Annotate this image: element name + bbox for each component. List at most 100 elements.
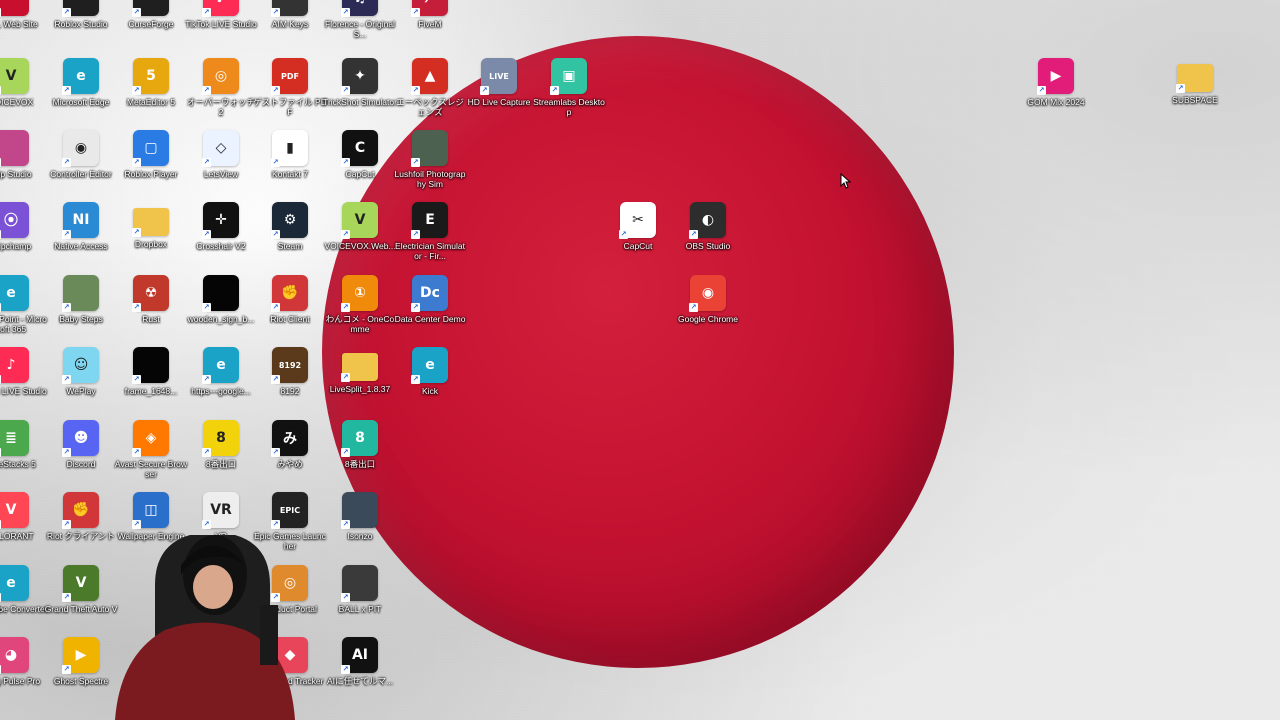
desktop-icon[interactable]: ◈ ↗ Avast Secure Browser bbox=[114, 420, 188, 492]
desktop-icon[interactable]: ▮ ↗ Kontakt 7 bbox=[255, 130, 325, 202]
desktop-icon[interactable]: ☢ ↗ Rust bbox=[116, 275, 186, 347]
desktop-icon[interactable]: ✊ ↗ Riot Client bbox=[255, 275, 325, 347]
desktop-icon[interactable]: e↗PowerPoint - Microsoft 365 bbox=[0, 275, 47, 347]
image-icon: ↗ bbox=[202, 275, 239, 312]
mouse-cursor bbox=[840, 173, 852, 189]
desktop-icon[interactable]: PDF ↗ ゲストファイル PDF bbox=[253, 58, 327, 130]
shortcut-arrow-icon: ↗ bbox=[341, 8, 350, 17]
desktop-icon[interactable]: ◇ ↗ LetsView bbox=[186, 130, 256, 202]
desktop-icon[interactable]: ↗ GAL Web Site bbox=[0, 0, 46, 52]
shortcut-arrow-icon: ↗ bbox=[689, 230, 698, 239]
desktop-icon[interactable]: V↗VOICEVOX bbox=[0, 58, 46, 130]
desktop-icon[interactable]: ◉ ↗ Google Chrome bbox=[673, 275, 743, 347]
desktop-icon[interactable]: ♫↗Florence - Original S... bbox=[325, 0, 395, 52]
shortcut-arrow-icon: ↗ bbox=[132, 86, 141, 95]
desktop-icon[interactable]: ⦿↗ Clipchamp bbox=[0, 202, 46, 274]
desktop-icon[interactable]: み ↗ みやめ bbox=[255, 420, 325, 492]
desktop-icon[interactable]: 8192 ↗ 8192 bbox=[255, 347, 325, 419]
desktop-icon[interactable]: ♪↗TikTok LIVE Studio bbox=[0, 347, 47, 419]
desktop-icon[interactable]: C ↗ CapCut bbox=[325, 130, 395, 202]
steam-icon: ⚙ ↗ bbox=[271, 202, 308, 239]
desktop-icon[interactable]: ◉ ↗ Controller Editor bbox=[46, 130, 116, 202]
edge-icon: e↗ bbox=[411, 347, 448, 384]
desktop-icon[interactable]: ↗ CurseForge bbox=[116, 0, 186, 52]
desktop-icon[interactable]: ⚙ ↗ Steam bbox=[255, 202, 325, 274]
desktop-icon[interactable]: ◎ ↗ オーバーウォッチ 2 bbox=[186, 58, 256, 130]
desktop-icon[interactable]: ↗ wooden_sign_b... bbox=[186, 275, 256, 347]
desktop-icon-label: CapCut bbox=[345, 169, 375, 179]
icon-glyph: ⦿ bbox=[4, 213, 18, 229]
desktop-icon[interactable]: ◐ ↗ OBS Studio bbox=[673, 202, 743, 274]
desktop-icon[interactable]: ▢ ↗ Roblox Player bbox=[116, 130, 186, 202]
desktop-icon[interactable]: ↗ BALL x PIT bbox=[325, 565, 395, 637]
controller-icon: ◉ ↗ bbox=[62, 130, 99, 167]
desktop-icon[interactable]: ↗ Lushfoil Photography Sim bbox=[395, 130, 465, 202]
desktop-icon[interactable]: E ↗ Electrician Simulator - Fir... bbox=[395, 202, 465, 274]
icon-glyph: ① bbox=[354, 285, 366, 301]
aim-icon: ↗ bbox=[271, 0, 308, 17]
shortcut-arrow-icon: ↗ bbox=[341, 448, 350, 457]
shortcut-arrow-icon: ↗ bbox=[132, 375, 141, 384]
desktop-icon[interactable]: ☺ ↗ WePlay bbox=[46, 347, 116, 419]
desktop-icon[interactable]: ≣↗BlueStacks 5 bbox=[0, 420, 46, 492]
desktop-icon[interactable]: ↗ Isonzo bbox=[325, 492, 395, 564]
desktop-icon[interactable]: ◕↗ Bling Pulse Pro bbox=[0, 637, 46, 709]
desktop-icon[interactable]: 8 ↗ 8番出口 bbox=[186, 420, 256, 492]
desktop-icon[interactable]: e ↗ Microsoft Edge bbox=[46, 58, 116, 130]
icon-glyph: ⟋ bbox=[425, 0, 435, 6]
desktop-icon[interactable]: e ↗ https---google... bbox=[186, 347, 256, 419]
desktop-icon-label: Clip Studio bbox=[0, 169, 32, 179]
shortcut-arrow-icon: ↗ bbox=[202, 158, 211, 167]
icon-glyph: ☢ bbox=[144, 285, 158, 301]
shortcut-arrow-icon: ↗ bbox=[341, 303, 350, 312]
desktop-icon[interactable]: ↗ frame_1648... bbox=[116, 347, 186, 419]
desktop-icon[interactable]: ↗ LiveSplit_1.8.37 bbox=[325, 347, 395, 419]
desktop-icon[interactable]: ↗ Baby Steps bbox=[46, 275, 116, 347]
desktop-icon-label: Streamlabs Desktop bbox=[533, 97, 605, 117]
desktop-icon-label: LetsView bbox=[203, 169, 239, 179]
desktop-icon[interactable]: Dc ↗ Data Center Demo bbox=[395, 275, 465, 347]
desktop-icon-label: TrickShot Simulator bbox=[323, 97, 397, 107]
desktop-icon[interactable]: ① ↗ わんコメ - OneComme bbox=[325, 275, 395, 347]
desktop-icon[interactable]: ↗ Clip Studio bbox=[0, 130, 46, 202]
desktop-icon[interactable]: ⟋↗FiveM bbox=[395, 0, 465, 52]
desktop-icon[interactable]: V ↗ VOICEVOX.Web... bbox=[324, 202, 396, 274]
desktop-icon[interactable]: ↗ Roblox Studio bbox=[46, 0, 116, 52]
crosshair-icon: ✛ ↗ bbox=[202, 202, 239, 239]
desktop-icon[interactable]: e↗YouTube Converter bbox=[0, 565, 48, 637]
desktop-icon[interactable]: ↗ AIM Keys bbox=[255, 0, 325, 52]
desktop-icon[interactable]: 8 ↗ 8番出口 bbox=[325, 420, 395, 492]
desktop-icon-label: BlueStacks 5 bbox=[0, 459, 36, 469]
desktop-icon[interactable]: 5 ↗ MetaEditor 5 bbox=[116, 58, 186, 130]
desktop-icon[interactable]: ♪↗TikTok LIVE Studio bbox=[185, 0, 257, 52]
desktop-icon-label: TikTok LIVE Studio bbox=[185, 19, 257, 29]
icon-glyph: ♫ bbox=[354, 0, 367, 6]
desktop-icon-label: Kontakt 7 bbox=[272, 169, 308, 179]
desktop-icon[interactable]: LIVE ↗ HD Live Capture bbox=[464, 58, 534, 130]
desktop-icon[interactable]: ☻ ↗ Discord bbox=[46, 420, 116, 492]
desktop-icon[interactable]: ▲ ↗ エーペックスレジェンズ bbox=[395, 58, 465, 130]
desktop-icon-label: Controller Editor bbox=[50, 169, 112, 179]
desktop-icon[interactable]: AI ↗ AIに任せてルマ... bbox=[325, 637, 395, 709]
metaeditor-icon: 5 ↗ bbox=[132, 58, 169, 95]
icon-glyph: ♪ bbox=[6, 357, 16, 373]
chrome-icon: ◉ ↗ bbox=[689, 275, 726, 312]
desktop-icon[interactable]: e ↗ Kick bbox=[395, 347, 465, 419]
desktop-icon[interactable]: ▶ ↗ GOM Mix 2024 bbox=[1021, 58, 1091, 130]
icon-glyph: ✛ bbox=[215, 212, 227, 228]
desktop-icon-label: GAL Web Site bbox=[0, 19, 38, 29]
desktop-icon[interactable]: ↗ SUBSPACE bbox=[1160, 58, 1230, 130]
icon-glyph: ☺ bbox=[73, 357, 89, 373]
desktop-icon[interactable]: ✛ ↗ Crosshair V2 bbox=[186, 202, 256, 274]
desktop-icon-label: Avast Secure Browser bbox=[114, 459, 188, 479]
desktop-icon[interactable]: ↗ Dropbox bbox=[116, 202, 186, 274]
desktop-icon[interactable]: ▣ ↗ Streamlabs Desktop bbox=[533, 58, 605, 130]
shortcut-arrow-icon: ↗ bbox=[62, 303, 71, 312]
desktop-icon[interactable]: NI ↗ Native Access bbox=[46, 202, 116, 274]
shortcut-arrow-icon: ↗ bbox=[202, 375, 211, 384]
desktop-icon[interactable]: ✦ ↗ TrickShot Simulator bbox=[323, 58, 397, 130]
desktop-icon-label: Google Chrome bbox=[677, 314, 738, 324]
desktop-icon[interactable]: V↗VALORANT bbox=[0, 492, 46, 564]
edge-icon: e↗ bbox=[62, 58, 99, 95]
desktop-icon[interactable]: ✂ ↗ CapCut bbox=[603, 202, 673, 274]
